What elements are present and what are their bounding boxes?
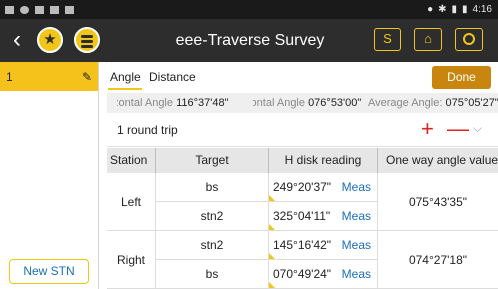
main-panel: Angle Distance Done Horizontal Angle 116… — [107, 62, 498, 289]
battery-icon: ▮ — [462, 4, 468, 15]
edit-marker-icon — [269, 282, 275, 288]
edit-marker-icon — [269, 224, 275, 230]
status-bar: ● ✱ ▮ ▮ 4:16 — [0, 0, 498, 19]
meas-button[interactable]: Meas — [342, 231, 371, 260]
target-cell: stn2 — [156, 231, 269, 260]
wifi-icon — [20, 5, 29, 14]
app-icon — [35, 5, 44, 14]
meas-button[interactable]: Meas — [342, 260, 371, 289]
round-selector[interactable]: 1 round trip + — ⌵ — [107, 113, 498, 147]
page-title: eee-Traverse Survey — [175, 32, 325, 49]
settings-icon[interactable] — [455, 28, 483, 51]
tab-distance[interactable]: Distance — [149, 70, 196, 84]
star-icon[interactable]: ★ — [37, 27, 63, 53]
average-angle-label: Average Angle: — [368, 97, 443, 109]
meas-button[interactable]: Meas — [342, 173, 371, 202]
clock: 4:16 — [472, 4, 492, 15]
round-label: 1 round trip — [117, 123, 178, 137]
station-item[interactable]: 1 ✎ — [0, 62, 98, 91]
upload-icon — [50, 5, 59, 14]
back-icon[interactable]: ‹ — [4, 27, 30, 53]
chevron-down-icon[interactable]: ⌵ — [473, 121, 482, 136]
average-angle-value: 075°05'27" — [445, 97, 498, 109]
active-tab-indicator — [108, 88, 142, 90]
h-disk-reading-cell[interactable]: 249°20'37" Meas — [269, 173, 378, 202]
target-cell: bs — [156, 260, 269, 289]
header-station: Station — [107, 148, 156, 173]
face-cell: Left — [107, 173, 156, 231]
vz-angle-label: Horizontal Angle — [253, 97, 305, 109]
one-way-angle-cell: 074°27'18" — [378, 231, 498, 289]
app-bar: ‹ ★ eee-Traverse Survey S ⌂ — [0, 19, 498, 62]
add-round-button[interactable]: + — [421, 117, 434, 141]
h-disk-reading-cell[interactable]: 325°04'11" Meas — [269, 202, 378, 231]
face-cell: Right — [107, 231, 156, 289]
observation-table: Station Target H disk reading One way an… — [107, 148, 498, 289]
signal-icon: ▮ — [451, 4, 458, 15]
vz-angle-value: 076°53'00" — [308, 97, 362, 109]
h-disk-reading-cell[interactable]: 145°16'42" Meas — [269, 231, 378, 260]
s-button[interactable]: S — [374, 28, 401, 51]
reading-value: 249°20'37" — [273, 180, 332, 194]
tab-angle[interactable]: Angle — [110, 70, 141, 84]
database-icon[interactable] — [74, 27, 100, 53]
table-header: Station Target H disk reading One way an… — [107, 148, 498, 173]
remove-round-button[interactable]: — — [447, 117, 469, 141]
edit-marker-icon — [269, 195, 275, 201]
reading-value: 325°04'11" — [273, 209, 331, 223]
location-icon: ● — [427, 4, 434, 15]
tab-bar: Angle Distance Done — [107, 62, 498, 92]
lock-icon — [65, 5, 74, 14]
reading-value: 070°49'24" — [273, 267, 332, 281]
done-button[interactable]: Done — [432, 66, 491, 89]
one-way-angle-cell: 075°43'35" — [378, 173, 498, 231]
target-cell: bs — [156, 173, 269, 202]
header-one-way-angle: One way angle value — [386, 153, 498, 167]
hz-angle-label: Horizontal Angle — [117, 97, 173, 109]
hz-angle-value: 116°37'48" — [176, 97, 229, 109]
meas-button[interactable]: Meas — [342, 202, 371, 231]
h-disk-reading-cell[interactable]: 070°49'24" Meas — [269, 260, 378, 289]
new-station-button[interactable]: New STN — [9, 259, 89, 284]
station-label: 1 — [6, 69, 13, 84]
notification-icon — [5, 5, 14, 14]
reading-value: 145°16'42" — [273, 238, 332, 252]
edit-marker-icon — [269, 253, 275, 259]
bluetooth-icon: ✱ — [438, 4, 447, 15]
station-sidebar: 1 ✎ New STN — [0, 62, 99, 289]
angle-summary: Horizontal Angle 116°37'48" Horizontal A… — [107, 93, 498, 113]
header-target: Target — [156, 148, 269, 173]
home-icon[interactable]: ⌂ — [414, 28, 442, 51]
header-h-disk-reading: H disk reading — [269, 148, 378, 173]
target-cell: stn2 — [156, 202, 269, 231]
pencil-icon[interactable]: ✎ — [82, 70, 92, 84]
